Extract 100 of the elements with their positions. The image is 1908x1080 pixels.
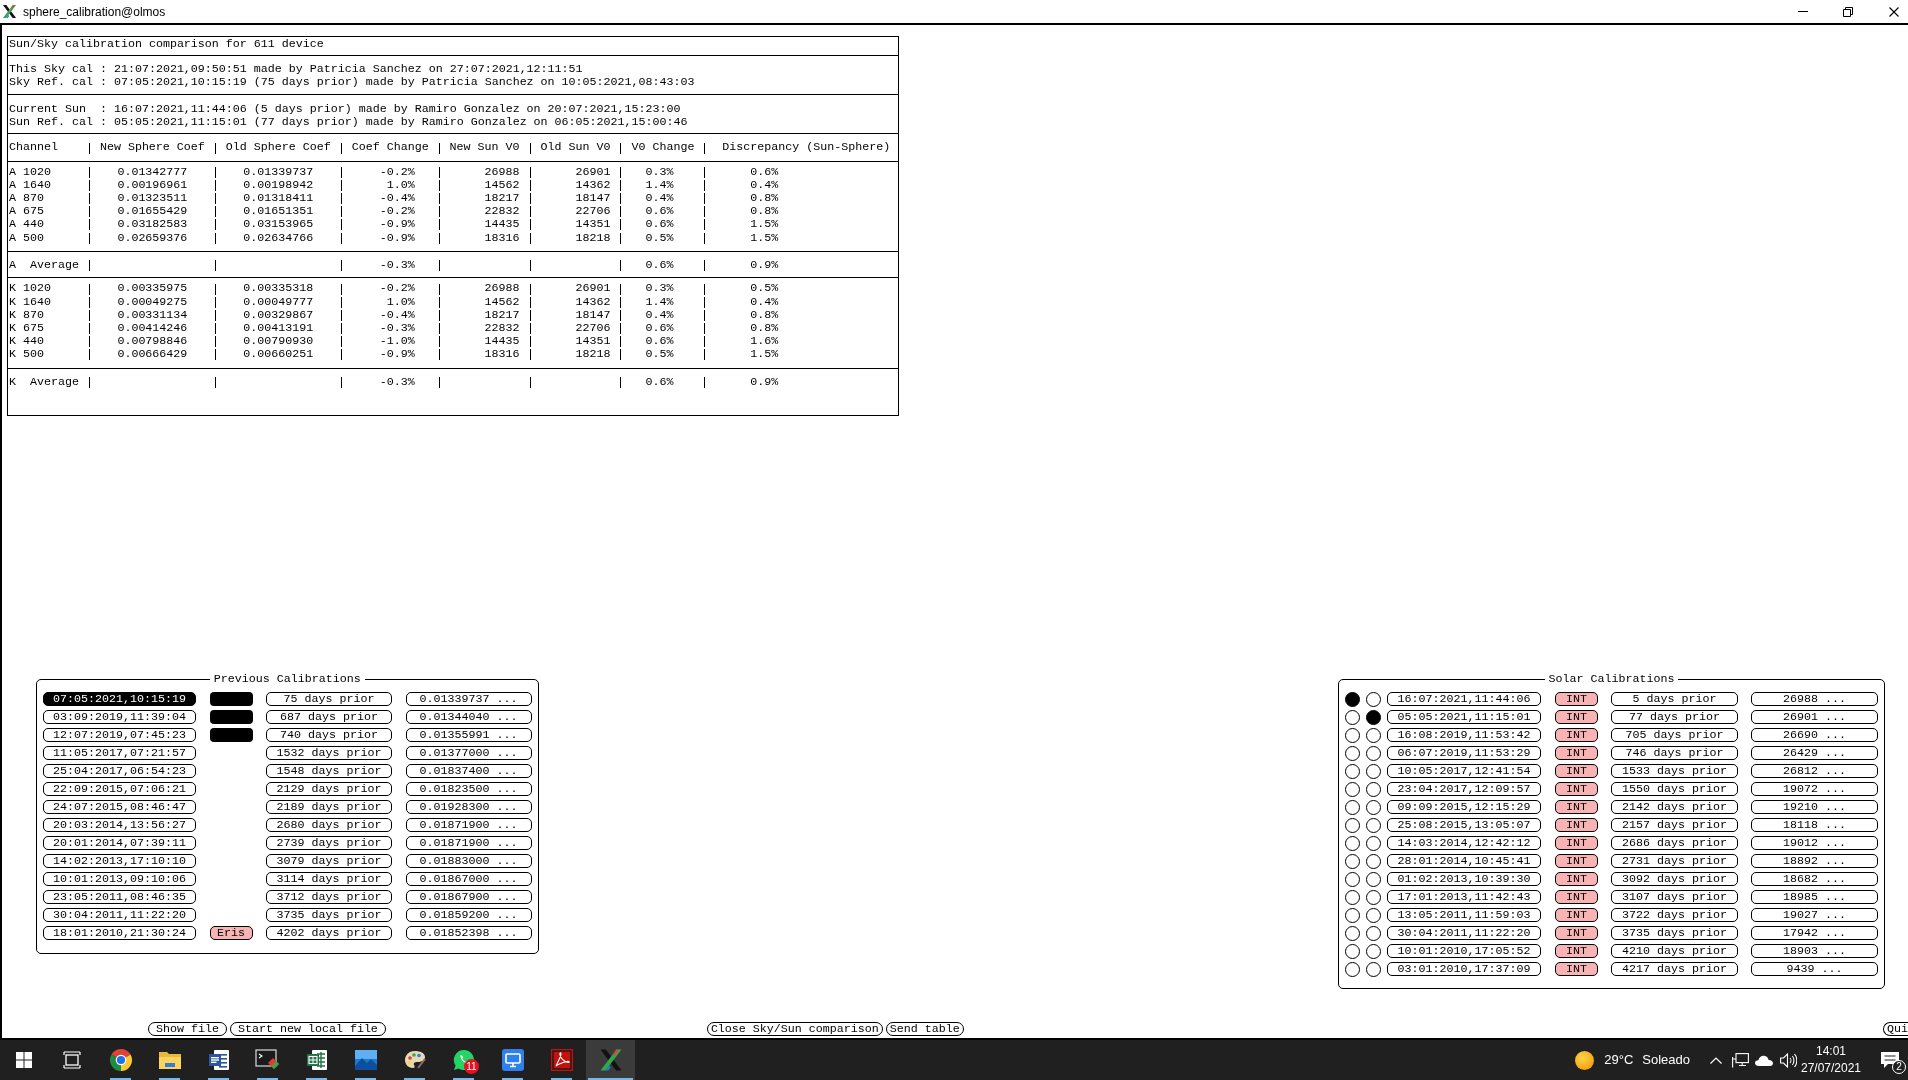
radio-button[interactable]: [1345, 943, 1360, 959]
radio-button[interactable]: [1366, 745, 1381, 761]
sun-icon[interactable]: [1575, 1050, 1595, 1070]
date-button[interactable]: 28:01:2014,10:45:41: [1387, 854, 1541, 868]
radio-button[interactable]: [1345, 709, 1360, 725]
date-button[interactable]: 03:09:2019,11:39:04: [43, 709, 196, 724]
date-button[interactable]: 16:08:2019,11:53:42: [1387, 728, 1541, 742]
radio-button[interactable]: [1345, 961, 1360, 977]
date-button[interactable]: 20:01:2014,07:39:11: [43, 835, 196, 850]
radio-button[interactable]: [1345, 781, 1360, 797]
date-button[interactable]: 10:01:2010,17:05:52: [1387, 944, 1541, 958]
date-button[interactable]: 25:08:2015,13:05:07: [1387, 818, 1541, 832]
date-button[interactable]: 13:05:2011,11:59:03: [1387, 908, 1541, 922]
value-button[interactable]: 19072 ...: [1751, 782, 1878, 796]
radio-button[interactable]: [1366, 727, 1381, 743]
date-button[interactable]: 14:03:2014,12:42:12: [1387, 836, 1541, 850]
radio-button[interactable]: [1366, 709, 1381, 725]
value-button[interactable]: 19210 ...: [1751, 800, 1878, 814]
radio-button[interactable]: [1366, 889, 1381, 905]
clock-time[interactable]: 14:01: [1816, 1043, 1846, 1060]
date-button[interactable]: 30:04:2011,11:22:20: [43, 907, 196, 922]
radio-button[interactable]: [1345, 907, 1360, 923]
date-button[interactable]: 05:05:2021,11:15:01: [1387, 710, 1541, 724]
radio-button[interactable]: [1366, 943, 1381, 959]
radio-button[interactable]: [1345, 835, 1360, 851]
radio-button[interactable]: [1366, 763, 1381, 779]
radio-button[interactable]: [1366, 691, 1381, 707]
value-button[interactable]: 0.01883000 ...: [405, 853, 532, 868]
date-button[interactable]: 24:07:2015,08:46:47: [43, 799, 196, 814]
date-button[interactable]: 30:04:2011,11:22:20: [1387, 926, 1541, 940]
radio-button[interactable]: [1345, 763, 1360, 779]
radio-button[interactable]: [1366, 925, 1381, 941]
date-button[interactable]: 23:05:2011,08:46:35: [43, 889, 196, 904]
radio-button[interactable]: [1345, 727, 1360, 743]
date-button[interactable]: 22:09:2015,07:06:21: [43, 781, 196, 796]
value-button[interactable]: 0.01867900 ...: [405, 889, 532, 904]
temperature-text[interactable]: 29°C: [1604, 1052, 1634, 1068]
date-button[interactable]: 10:05:2017,12:41:54: [1387, 764, 1541, 778]
action-button[interactable]: Start new local file: [229, 1022, 386, 1036]
date-button[interactable]: 16:07:2021,11:44:06: [1387, 692, 1541, 706]
value-button[interactable]: 0.01852398 ...: [405, 925, 532, 940]
value-button[interactable]: 0.01871900 ...: [405, 817, 532, 832]
value-button[interactable]: 18892 ...: [1751, 854, 1878, 868]
radio-button[interactable]: [1366, 907, 1381, 923]
value-button[interactable]: 18985 ...: [1751, 890, 1878, 904]
value-button[interactable]: 0.01823500 ...: [405, 781, 532, 796]
value-button[interactable]: 26988 ...: [1751, 692, 1878, 706]
taskbar-app-button[interactable]: 11: [439, 1040, 488, 1080]
date-button[interactable]: 14:02:2013,17:10:10: [43, 853, 196, 868]
network-monitor-icon[interactable]: [1731, 1052, 1749, 1068]
value-button[interactable]: 26429 ...: [1751, 746, 1878, 760]
value-button[interactable]: 0.01867000 ...: [405, 871, 532, 886]
value-button[interactable]: 0.01339737 ...: [405, 691, 532, 706]
value-button[interactable]: 0.01355991 ...: [405, 727, 532, 742]
radio-button[interactable]: [1366, 835, 1381, 851]
value-button[interactable]: 0.01377000 ...: [405, 745, 532, 760]
action-button[interactable]: Close Sky/Sun comparison: [706, 1022, 883, 1036]
date-button[interactable]: 03:01:2010,17:37:09: [1387, 962, 1541, 976]
radio-button[interactable]: [1366, 817, 1381, 833]
value-button[interactable]: 18118 ...: [1751, 818, 1878, 832]
date-button[interactable]: 11:05:2017,07:21:57: [43, 745, 196, 760]
value-button[interactable]: 17942 ...: [1751, 926, 1878, 940]
value-button[interactable]: 19012 ...: [1751, 836, 1878, 850]
date-button[interactable]: 17:01:2013,11:42:43: [1387, 890, 1541, 904]
value-button[interactable]: 19027 ...: [1751, 908, 1878, 922]
value-button[interactable]: 0.01837400 ...: [405, 763, 532, 778]
speaker-icon[interactable]: [1779, 1052, 1797, 1068]
cloud-icon[interactable]: [1755, 1054, 1773, 1066]
date-button[interactable]: 20:03:2014,13:56:27: [43, 817, 196, 832]
value-button[interactable]: 26690 ...: [1751, 728, 1878, 742]
radio-button[interactable]: [1366, 781, 1381, 797]
value-button[interactable]: 0.01859200 ...: [405, 907, 532, 922]
radio-button[interactable]: [1366, 961, 1381, 977]
value-button[interactable]: 18682 ...: [1751, 872, 1878, 886]
value-button[interactable]: 0.01344040 ...: [405, 709, 532, 724]
notification-icon[interactable]: [1880, 1051, 1900, 1069]
date-button[interactable]: 01:02:2013,10:39:30: [1387, 872, 1541, 886]
action-button[interactable]: Send table: [885, 1022, 964, 1036]
date-button[interactable]: 25:04:2017,06:54:23: [43, 763, 196, 778]
date-button[interactable]: 07:05:2021,10:15:19: [43, 691, 196, 706]
radio-button[interactable]: [1345, 817, 1360, 833]
action-button[interactable]: Show file: [148, 1022, 227, 1036]
date-button[interactable]: 18:01:2010,21:30:24: [43, 925, 196, 940]
value-button[interactable]: 0.01871900 ...: [405, 835, 532, 850]
value-button[interactable]: 18903 ...: [1751, 944, 1878, 958]
value-button[interactable]: 26812 ...: [1751, 764, 1878, 778]
value-button[interactable]: 0.01928300 ...: [405, 799, 532, 814]
action-button[interactable]: Qui: [1883, 1022, 1908, 1036]
radio-button[interactable]: [1345, 871, 1360, 887]
weather-condition-text[interactable]: Soleado: [1642, 1052, 1690, 1068]
date-button[interactable]: 23:04:2017,12:09:57: [1387, 782, 1541, 796]
date-button[interactable]: 10:01:2013,09:10:06: [43, 871, 196, 886]
date-button[interactable]: 09:09:2015,12:15:29: [1387, 800, 1541, 814]
value-button[interactable]: 9439 ...: [1751, 962, 1878, 976]
date-button[interactable]: 06:07:2019,11:53:29: [1387, 746, 1541, 760]
radio-button[interactable]: [1345, 799, 1360, 815]
radio-button[interactable]: [1366, 871, 1381, 887]
date-button[interactable]: 12:07:2019,07:45:23: [43, 727, 196, 742]
chevron-up-icon[interactable]: [1710, 1056, 1722, 1064]
value-button[interactable]: 26901 ...: [1751, 710, 1878, 724]
